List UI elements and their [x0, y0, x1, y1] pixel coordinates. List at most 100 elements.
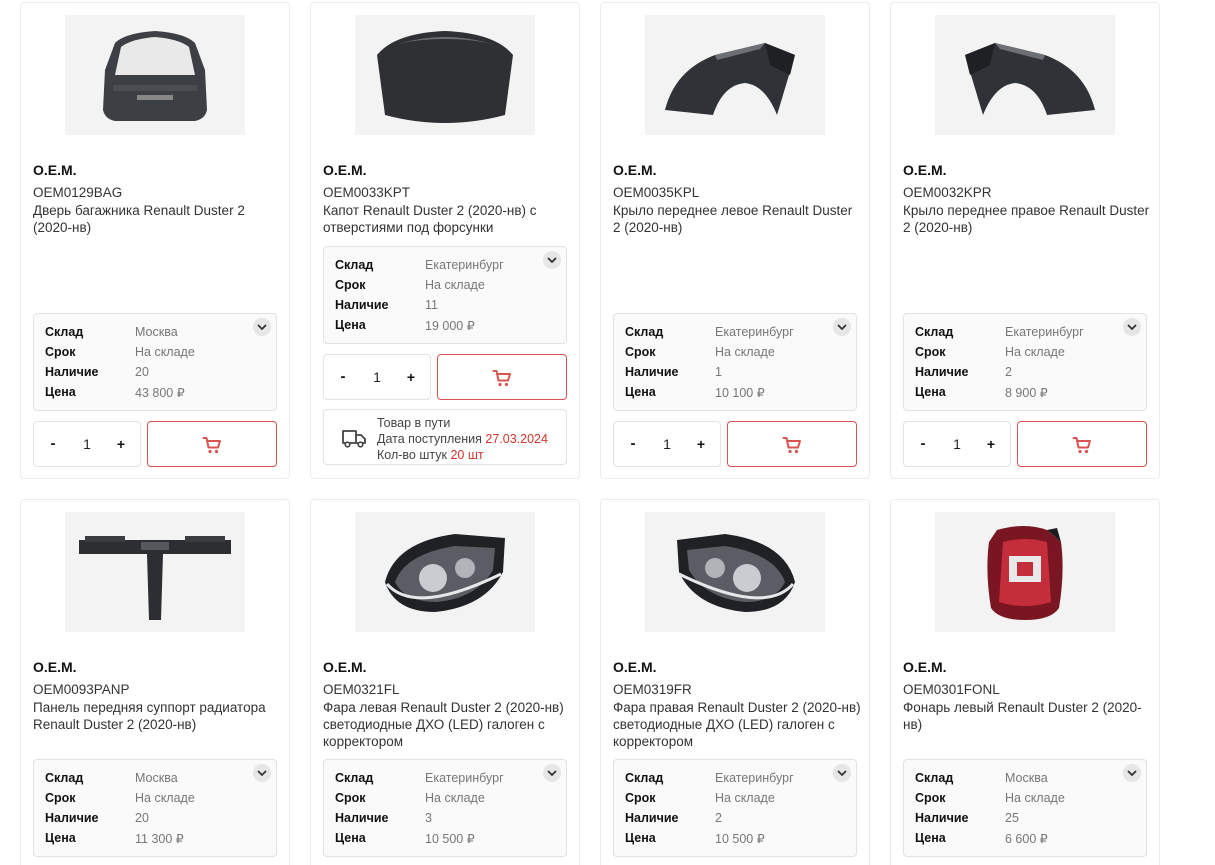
warehouse-label: Склад: [625, 325, 664, 339]
warehouse-label: Склад: [335, 771, 374, 785]
product-card[interactable]: O.E.M. OEM0129BAG Дверь багажника Renaul…: [20, 2, 290, 479]
in-transit-panel: Товар в пути Дата поступления 27.03.2024…: [323, 409, 567, 465]
expand-toggle-button[interactable]: [253, 764, 271, 782]
product-card[interactable]: O.E.M. OEM0033KPT Капот Renault Duster 2…: [310, 2, 580, 479]
warehouse-value: Екатеринбург: [715, 325, 794, 339]
price-label: Цена: [45, 385, 76, 399]
price-label: Цена: [335, 318, 366, 332]
quantity-input[interactable]: 1: [358, 355, 396, 399]
stock-info-panel: Склад Москва Срок На складе Наличие 20 Цена…: [33, 313, 277, 411]
stock-info-panel: Склад Екатеринбург Срок На складе Наличие 1…: [323, 246, 567, 344]
expand-toggle-button[interactable]: [543, 764, 561, 782]
warehouse-value: Екатеринбург: [1005, 325, 1084, 339]
product-card[interactable]: O.E.M. OEM0301FONL Фонарь левый Renault …: [890, 499, 1160, 865]
brand-label: O.E.M.: [903, 162, 947, 178]
term-value: На складе: [135, 345, 195, 359]
add-to-cart-button[interactable]: [437, 354, 567, 400]
decrement-button[interactable]: -: [36, 422, 70, 466]
sku-label: OEM0321FL: [323, 682, 400, 697]
quantity-input[interactable]: 1: [68, 422, 106, 466]
term-value: На складе: [715, 791, 775, 805]
quantity-input[interactable]: 1: [648, 422, 686, 466]
warehouse-value: Москва: [135, 771, 178, 785]
product-image[interactable]: [355, 15, 535, 135]
product-image[interactable]: [645, 512, 825, 632]
price-value: 10 500 ₽: [425, 832, 475, 846]
sku-label: OEM0032KPR: [903, 185, 992, 200]
expand-toggle-button[interactable]: [833, 318, 851, 336]
price-value: 6 600 ₽: [1005, 832, 1048, 846]
stock-info-panel: Склад Екатеринбург Срок На складе Наличие 1…: [613, 313, 857, 411]
quantity-input[interactable]: 1: [938, 422, 976, 466]
product-image[interactable]: [645, 15, 825, 135]
truck-icon: [342, 430, 366, 448]
product-card[interactable]: O.E.M. OEM0035KPL Крыло переднее левое R…: [600, 2, 870, 479]
add-to-cart-button[interactable]: [727, 421, 857, 467]
product-title[interactable]: Капот Renault Duster 2 (2020-нв) с отвер…: [323, 202, 571, 236]
product-image[interactable]: [65, 512, 245, 632]
product-card[interactable]: O.E.M. OEM0032KPR Крыло переднее правое …: [890, 2, 1160, 479]
product-image[interactable]: [935, 512, 1115, 632]
quantity-stepper: - 1 +: [903, 421, 1011, 467]
product-card[interactable]: O.E.M. OEM0321FL Фара левая Renault Dust…: [310, 499, 580, 865]
transit-status: Товар в пути: [377, 416, 451, 430]
product-card[interactable]: O.E.M. OEM0319FR Фара правая Renault Dus…: [600, 499, 870, 865]
term-label: Срок: [335, 278, 366, 292]
product-title[interactable]: Фонарь левый Renault Duster 2 (2020-нв): [903, 699, 1151, 733]
stock-label: Наличие: [915, 811, 969, 825]
stock-label: Наличие: [625, 811, 679, 825]
stock-value: 3: [425, 811, 432, 825]
product-card[interactable]: O.E.M. OEM0093PANP Панель передняя суппо…: [20, 499, 290, 865]
sku-label: OEM0035KPL: [613, 185, 700, 200]
product-title[interactable]: Панель передняя суппорт радиатора Renaul…: [33, 699, 281, 733]
stock-label: Наличие: [45, 811, 99, 825]
cart-icon: [1072, 435, 1092, 455]
chevron-down-icon: [543, 764, 561, 782]
term-label: Срок: [335, 791, 366, 805]
product-title[interactable]: Фара левая Renault Duster 2 (2020-нв) св…: [323, 699, 571, 750]
fender-right-image: [965, 43, 1095, 115]
increment-button[interactable]: +: [104, 422, 138, 466]
term-label: Срок: [915, 791, 946, 805]
product-image[interactable]: [355, 512, 535, 632]
product-image[interactable]: [65, 15, 245, 135]
increment-button[interactable]: +: [394, 355, 428, 399]
increment-button[interactable]: +: [974, 422, 1008, 466]
product-title[interactable]: Дверь багажника Renault Duster 2 (2020-н…: [33, 202, 281, 236]
sku-label: OEM0033KPT: [323, 185, 411, 200]
product-image[interactable]: [935, 15, 1115, 135]
increment-button[interactable]: +: [684, 422, 718, 466]
warehouse-label: Склад: [45, 771, 84, 785]
product-title[interactable]: Крыло переднее правое Renault Duster 2 (…: [903, 202, 1151, 236]
expand-toggle-button[interactable]: [253, 318, 271, 336]
product-title[interactable]: Фара правая Renault Duster 2 (2020-нв) с…: [613, 699, 861, 750]
price-label: Цена: [625, 831, 656, 845]
chevron-down-icon: [253, 764, 271, 782]
stock-info-panel: Склад Екатеринбург Срок На складе Наличие 2…: [613, 759, 857, 857]
price-value: 43 800 ₽: [135, 386, 185, 400]
decrement-button[interactable]: -: [906, 422, 940, 466]
add-to-cart-button[interactable]: [147, 421, 277, 467]
price-value: 11 300 ₽: [135, 832, 184, 846]
price-label: Цена: [915, 831, 946, 845]
expand-toggle-button[interactable]: [543, 251, 561, 269]
expand-toggle-button[interactable]: [833, 764, 851, 782]
sku-label: OEM0093PANP: [33, 682, 130, 697]
transit-qty-label: Кол-во штук: [377, 448, 451, 462]
expand-toggle-button[interactable]: [1123, 764, 1141, 782]
decrement-button[interactable]: -: [326, 355, 360, 399]
term-label: Срок: [915, 345, 946, 359]
radiator-panel-image: [79, 536, 231, 620]
product-title[interactable]: Крыло переднее левое Renault Duster 2 (2…: [613, 202, 861, 236]
chevron-down-icon: [833, 764, 851, 782]
arrival-date-label: Дата поступления: [377, 432, 486, 446]
term-value: На складе: [135, 791, 195, 805]
decrement-button[interactable]: -: [616, 422, 650, 466]
expand-toggle-button[interactable]: [1123, 318, 1141, 336]
tail-lamp-image: [987, 526, 1063, 620]
stock-info-panel: Склад Москва Срок На складе Наличие 20 Цена…: [33, 759, 277, 857]
warehouse-label: Склад: [335, 258, 374, 272]
stock-value: 2: [1005, 365, 1012, 379]
price-value: 8 900 ₽: [1005, 386, 1048, 400]
add-to-cart-button[interactable]: [1017, 421, 1147, 467]
